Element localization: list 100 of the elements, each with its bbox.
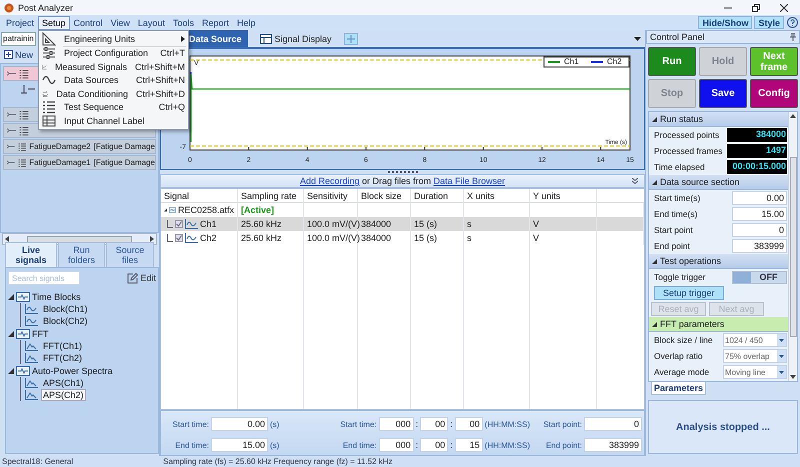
menu-item[interactable]: Tools <box>168 16 198 30</box>
property-field[interactable]: 0 <box>732 223 787 237</box>
panel-tab[interactable]: Source files <box>106 242 154 267</box>
panel-tab[interactable]: Live signals <box>5 242 57 267</box>
setup-trigger-button[interactable]: Setup trigger <box>654 286 724 300</box>
checkbox[interactable] <box>175 234 183 242</box>
child-node-icon[interactable] <box>21 85 35 94</box>
new-button[interactable]: New <box>3 48 34 61</box>
seconds-field[interactable]: 15.00 <box>211 438 268 452</box>
triangle-icon[interactable] <box>652 322 657 326</box>
toolbar-button[interactable]: Hide/Show <box>698 16 752 29</box>
time-field[interactable]: 000 <box>378 438 414 452</box>
caret-icon[interactable] <box>634 36 641 40</box>
expand-icon[interactable] <box>8 368 14 374</box>
column-header[interactable]: Duration <box>411 189 464 203</box>
menu-entry[interactable]: Data Sources Ctrl+Shift+N <box>39 74 188 87</box>
menu-item[interactable]: View <box>106 16 134 30</box>
signal-item[interactable]: Block(Ch2) <box>41 315 90 327</box>
signal-group-label[interactable]: Auto-Power Spectra <box>32 366 113 376</box>
column-header[interactable]: Block size <box>358 189 411 203</box>
view-tab[interactable]: Signal Display <box>254 30 338 47</box>
property-field[interactable]: 15.00 <box>732 207 787 221</box>
menu-item[interactable]: Layout <box>134 16 169 30</box>
property-dropdown[interactable]: Moving line <box>723 365 787 379</box>
dropdown-arrow-icon[interactable] <box>779 370 784 374</box>
signal-item[interactable]: FFT(Ch2) <box>41 352 84 364</box>
pin-icon[interactable] <box>790 33 796 41</box>
channel-name[interactable]: Ch2 <box>200 233 217 243</box>
panel-tab[interactable]: Run folders <box>58 242 106 267</box>
pin-tab-button[interactable] <box>344 32 358 44</box>
toolbar-button[interactable]: Style <box>754 16 784 29</box>
control-button[interactable]: Run <box>648 47 696 76</box>
toggle-switch[interactable]: OFF <box>732 270 787 284</box>
seconds-field[interactable]: 0.00 <box>211 417 268 431</box>
search-field[interactable]: Search signals <box>8 271 80 285</box>
menu-item[interactable]: Setup <box>38 16 70 30</box>
section-header[interactable]: Data source section <box>649 175 788 190</box>
menu-entry[interactable]: Test Sequence Ctrl+Q <box>39 100 188 114</box>
control-button[interactable]: Config <box>750 79 798 108</box>
expand-icon[interactable] <box>8 294 14 300</box>
point-field[interactable]: 383999 <box>584 438 642 452</box>
project-row[interactable]: FatigueDamage2 [Fatigue Damage <box>3 139 156 154</box>
close-icon[interactable] <box>780 4 788 12</box>
signal-item[interactable]: Block(Ch1) <box>41 303 90 315</box>
column-header[interactable]: Sampling rate <box>238 189 304 203</box>
control-button[interactable]: Save <box>699 79 747 108</box>
scroll-left-icon[interactable] <box>5 236 9 242</box>
panel-tab[interactable]: Parameters <box>651 382 706 395</box>
triangle-icon[interactable] <box>652 116 657 122</box>
property-dropdown[interactable]: 1024 / 450 <box>723 333 787 347</box>
menu-entry[interactable]: Project Configuration Ctrl+T <box>39 46 188 60</box>
dropdown-arrow-icon[interactable] <box>779 338 784 342</box>
triangle-icon[interactable] <box>652 180 657 184</box>
signal-group-label[interactable]: Time Blocks <box>32 292 81 302</box>
project-dropdown[interactable]: patrainin <box>1 32 36 46</box>
time-field[interactable]: 000 <box>378 417 414 431</box>
vertical-scrollbar[interactable] <box>788 112 797 381</box>
time-field[interactable]: 00 <box>420 417 448 431</box>
data-file-browser-link[interactable]: Data File Browser <box>434 176 506 186</box>
restore-icon[interactable] <box>752 4 760 12</box>
time-field[interactable]: 00 <box>420 438 448 452</box>
collapse-icon[interactable] <box>632 178 638 184</box>
property-field[interactable]: 0.00 <box>732 191 787 205</box>
edit-button[interactable]: Edit <box>127 272 156 284</box>
scroll-right-icon[interactable] <box>150 236 154 242</box>
help-icon[interactable] <box>787 17 798 28</box>
menu-item[interactable]: Report <box>198 16 233 30</box>
dropdown-arrow-icon[interactable] <box>779 354 784 358</box>
column-header[interactable]: Y units <box>530 189 597 203</box>
menu-entry[interactable]: Input Channel Label <box>39 114 188 128</box>
property-field[interactable]: 383999 <box>732 239 787 253</box>
scroll-down-icon[interactable] <box>790 375 796 379</box>
section-header[interactable]: Run status <box>649 112 788 127</box>
column-header[interactable]: X units <box>464 189 530 203</box>
property-label: Time elapsed <box>654 162 705 172</box>
column-header[interactable]: Sensitivity <box>304 189 358 203</box>
add-recording-link[interactable]: Add Recording <box>300 176 360 186</box>
column-header[interactable]: Signal <box>161 189 238 203</box>
scroll-up-icon[interactable] <box>790 114 796 118</box>
signal-item[interactable]: FFT(Ch1) <box>41 340 84 352</box>
menu-item[interactable]: Project <box>2 16 38 30</box>
time-field[interactable]: 00 <box>454 417 483 431</box>
menu-item[interactable]: Control <box>70 16 107 30</box>
triangle-icon[interactable] <box>652 258 657 264</box>
signal-item[interactable]: APS(Ch2) <box>41 389 86 401</box>
menu-entry[interactable]: Measured Signals Ctrl+Shift+M <box>39 60 188 74</box>
time-field[interactable]: 15 <box>454 438 483 452</box>
section-header[interactable]: FFT parameters <box>649 317 788 332</box>
section-header[interactable]: Test operations <box>649 254 788 269</box>
project-row[interactable]: FatigueDamage1 [Fatigue Damage <box>3 155 156 170</box>
point-field[interactable]: 0 <box>584 417 642 431</box>
expand-icon[interactable] <box>8 331 14 337</box>
menu-item[interactable]: Help <box>232 16 260 30</box>
checkbox[interactable] <box>175 220 183 228</box>
recording-name[interactable]: REC0258.atfx <box>178 205 234 215</box>
property-dropdown[interactable]: 75% overlap <box>723 349 787 363</box>
signal-item[interactable]: APS(Ch1) <box>41 377 86 389</box>
menu-entry[interactable]: Data Conditioning Ctrl+Shift+D <box>39 87 188 100</box>
channel-name[interactable]: Ch1 <box>200 219 217 229</box>
signal-group-label[interactable]: FFT <box>32 329 48 339</box>
